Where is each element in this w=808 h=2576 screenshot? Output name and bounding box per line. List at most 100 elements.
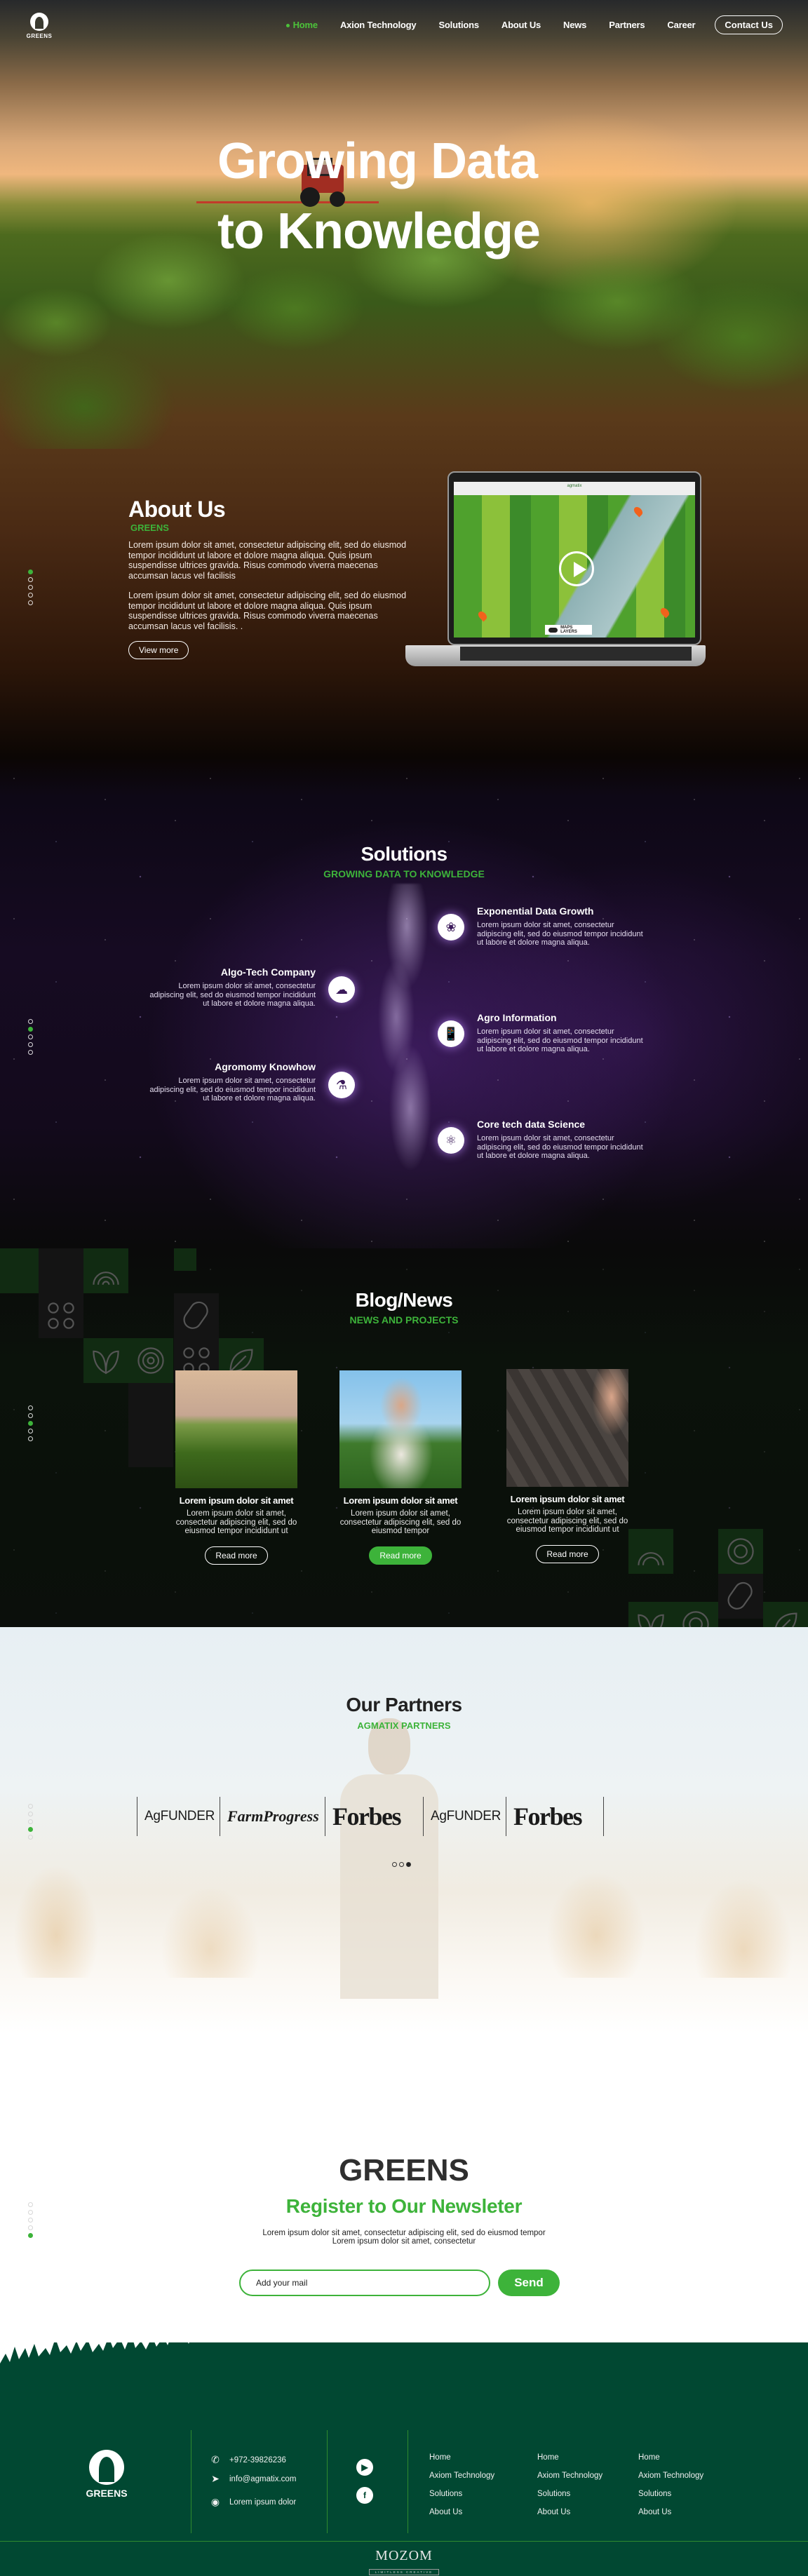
farmer-corn-photo[interactable] [339,1370,462,1488]
pager-dot[interactable] [28,600,33,605]
pager-dot[interactable] [28,1812,33,1816]
section-pager [28,569,33,605]
blog-subtitle: NEWS AND PROJECTS [349,1314,459,1326]
section-pager [28,1019,33,1055]
nav-item-home[interactable]: Home [286,20,318,30]
planting-seeds-photo[interactable] [506,1369,628,1487]
pager-dot[interactable] [28,593,33,598]
section-pager [28,1804,33,1840]
pattern-tile [83,1248,128,1293]
pattern-tile [718,1529,763,1574]
partner-logo-forbes[interactable]: Forbes [325,1797,423,1836]
pager-dot[interactable] [28,1027,33,1032]
pager-dot[interactable] [28,1042,33,1047]
newsletter-section: GREENS Register to Our Newsleter Lorem i… [0,2034,808,2385]
youtube-icon[interactable]: ▶ [356,2459,373,2476]
blog-card-text: Lorem ipsum dolor sit amet, consectetur … [339,1509,462,1535]
nav-item-career[interactable]: Career [667,20,695,30]
footer-address: ◉ Lorem ipsum dolor [208,2496,296,2508]
partners-section: Our Partners AGMATIX PARTNERS AgFUNDER F… [0,1627,808,2034]
pager-dot[interactable] [28,2218,33,2223]
footer-link-home[interactable]: Home [537,2453,602,2462]
footer-link-home[interactable]: Home [429,2453,494,2462]
pager-dot[interactable] [28,577,33,582]
pager-dot[interactable] [28,1405,33,1410]
nav-item-news[interactable]: News [563,20,586,30]
designer-credit[interactable]: MOZOM LIMITLESS CREATIVE [0,2548,808,2576]
footer-link-solutions[interactable]: Solutions [537,2490,602,2498]
partner-logo-forbes[interactable]: Forbes [506,1797,604,1836]
pager-dot[interactable] [28,1421,33,1426]
footer-link-axiom-technology[interactable]: Axiom Technology [537,2472,602,2480]
maps-layers-toggle[interactable]: MAPS LAYERS [545,625,592,635]
pager-dot[interactable] [28,1429,33,1434]
pager-dot[interactable] [28,1436,33,1441]
pager-dot[interactable] [28,1034,33,1039]
pager-dot[interactable] [28,1827,33,1832]
pager-dot[interactable] [28,1019,33,1024]
footer-link-home[interactable]: Home [638,2453,703,2462]
grass-silhouette [0,2342,808,2385]
contact-us-button[interactable]: Contact Us [715,15,783,34]
footer-link-axiom-technology[interactable]: Axiom Technology [429,2472,494,2480]
nav-item-solutions[interactable]: Solutions [438,20,479,30]
play-icon[interactable] [559,551,594,586]
footer-link-about-us[interactable]: About Us [429,2508,494,2516]
about-section: About Us GREENS Lorem ipsum dolor sit am… [128,497,409,659]
sprout-icon [638,1614,664,1627]
credit-name: MOZOM [375,2548,433,2563]
read-more-button[interactable]: Read more [536,1544,599,1563]
send-button[interactable]: Send [498,2270,560,2296]
carousel-dot[interactable] [399,1862,404,1867]
footer-link-solutions[interactable]: Solutions [429,2490,494,2498]
satellite-map: MAPS LAYERS [454,495,695,638]
solution-text: Lorem ipsum dolor sit amet, consectetur … [149,982,316,1008]
partner-logo-agfunder[interactable]: AgFUNDER [137,1797,220,1836]
footer-phone[interactable]: ✆ +972-39826236 [208,2454,286,2466]
pager-dot[interactable] [28,1413,33,1418]
tractor-field-photo[interactable] [175,1370,297,1488]
pager-dot[interactable] [28,1804,33,1809]
pager-dot[interactable] [28,1835,33,1840]
pager-dot[interactable] [28,569,33,574]
solution-item: Core tech data Science Lorem ipsum dolor… [477,1119,645,1161]
carousel-dot[interactable] [392,1862,397,1867]
partner-logo-agfunder[interactable]: AgFUNDER [423,1797,506,1836]
target-icon [137,1347,164,1374]
carousel-dot[interactable] [406,1862,411,1867]
brand-logo[interactable]: GREENS [25,13,53,39]
footer-link-about-us[interactable]: About Us [537,2508,602,2516]
pager-dot[interactable] [28,1050,33,1055]
phone-icon: ✆ [211,2454,220,2465]
maps-layers-label: MAPS LAYERS [560,626,577,634]
mobile-leaf-icon: 📱 [438,1020,464,1047]
email-input[interactable] [239,2270,490,2296]
solution-text: Lorem ipsum dolor sit amet, consectetur … [477,1134,643,1160]
laptop-keyboard [460,647,692,661]
toggle-switch-icon [548,627,558,633]
partner-logo-farmprogress[interactable]: FarmProgress [220,1797,325,1836]
pattern-tile [83,1338,128,1383]
footer-link-solutions[interactable]: Solutions [638,2490,703,2498]
footer-email[interactable]: ➤ info@agmatix.com [208,2473,296,2485]
pager-dot[interactable] [28,585,33,590]
nav-item-about-us[interactable]: About Us [501,20,541,30]
facebook-icon[interactable]: f [356,2487,373,2504]
read-more-button[interactable]: Read more [369,1546,432,1565]
dna-helix-graphic [365,884,442,1192]
footer-logo[interactable]: GREENS [79,2450,135,2499]
rainbow-arc-icon [93,1272,119,1286]
view-more-button[interactable]: View more [128,641,189,659]
footer-link-about-us[interactable]: About Us [638,2508,703,2516]
nav-item-partners[interactable]: Partners [609,20,645,30]
location-pin-icon: ◉ [210,2496,220,2507]
pager-dot[interactable] [28,1819,33,1824]
nav-item-axion-technology[interactable]: Axion Technology [340,20,417,30]
email-address: info@agmatix.com [229,2474,297,2483]
read-more-button[interactable]: Read more [205,1546,268,1565]
solutions-section: Solutions GROWING DATA TO KNOWLEDGE ❀ Ex… [0,757,808,1248]
footer-link-axiom-technology[interactable]: Axiom Technology [638,2472,703,2480]
section-pager [28,1405,33,1441]
map-pin-icon [632,505,645,518]
greens-logo-icon [89,2450,124,2485]
